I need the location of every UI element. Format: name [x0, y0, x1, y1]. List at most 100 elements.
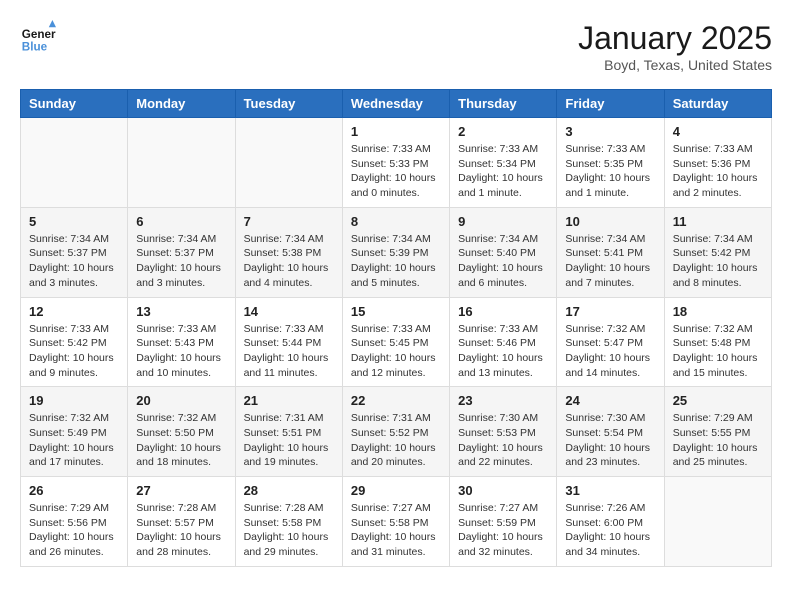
calendar-table: SundayMondayTuesdayWednesdayThursdayFrid…: [20, 89, 772, 567]
week-row-4: 19 Sunrise: 7:32 AM Sunset: 5:49 PM Dayli…: [21, 387, 772, 477]
day-info: Sunrise: 7:33 AM Sunset: 5:33 PM Dayligh…: [351, 142, 441, 201]
day-info: Sunrise: 7:33 AM Sunset: 5:44 PM Dayligh…: [244, 322, 334, 381]
calendar-cell: 26Sunrise: 7:29 AM Sunset: 5:56 PM Dayli…: [21, 477, 128, 567]
day-number: 8: [351, 214, 441, 229]
logo-icon: General Blue: [20, 20, 56, 56]
day-number: 19: [29, 393, 119, 408]
calendar-cell: 13 Sunrise: 7:33 AM Sunset: 5:43 PM Dayli…: [128, 297, 235, 387]
calendar-cell: 23 Sunrise: 7:30 AM Sunset: 5:53 PM Dayli…: [450, 387, 557, 477]
day-info: Sunrise: 7:34 AM Sunset: 5:38 PM Dayligh…: [244, 232, 334, 291]
calendar-cell: 30 Sunrise: 7:27 AM Sunset: 5:59 PM Dayli…: [450, 477, 557, 567]
day-info: Sunrise: 7:34 AM Sunset: 5:41 PM Dayligh…: [565, 232, 655, 291]
day-info: Sunrise: 7:34 AM Sunset: 5:40 PM Dayligh…: [458, 232, 548, 291]
day-number: 4: [673, 124, 763, 139]
day-info: Sunrise: 7:28 AM Sunset: 5:58 PM Dayligh…: [244, 501, 334, 560]
day-info: Sunrise: 7:32 AM Sunset: 5:48 PM Dayligh…: [673, 322, 763, 381]
day-number: 2: [458, 124, 548, 139]
day-number: 7: [244, 214, 334, 229]
day-info: Sunrise: 7:30 AM Sunset: 5:54 PM Dayligh…: [565, 411, 655, 470]
day-info: Sunrise: 7:26 AM Sunset: 6:00 PM Dayligh…: [565, 501, 655, 560]
day-number: 14: [244, 304, 334, 319]
day-number: 22: [351, 393, 441, 408]
day-number: 11: [673, 214, 763, 229]
day-info: Sunrise: 7:32 AM Sunset: 5:47 PM Dayligh…: [565, 322, 655, 381]
day-number: 10: [565, 214, 655, 229]
weekday-header-row: SundayMondayTuesdayWednesdayThursdayFrid…: [21, 90, 772, 118]
week-row-2: 5 Sunrise: 7:34 AM Sunset: 5:37 PM Daylig…: [21, 207, 772, 297]
day-number: 25: [673, 393, 763, 408]
day-number: 16: [458, 304, 548, 319]
weekday-header-monday: Monday: [128, 90, 235, 118]
day-number: 29: [351, 483, 441, 498]
weekday-header-wednesday: Wednesday: [342, 90, 449, 118]
day-info: Sunrise: 7:32 AM Sunset: 5:50 PM Dayligh…: [136, 411, 226, 470]
day-info: Sunrise: 7:32 AM Sunset: 5:49 PM Dayligh…: [29, 411, 119, 470]
weekday-header-sunday: Sunday: [21, 90, 128, 118]
calendar-cell: [128, 118, 235, 208]
weekday-header-thursday: Thursday: [450, 90, 557, 118]
calendar-cell: 14 Sunrise: 7:33 AM Sunset: 5:44 PM Dayli…: [235, 297, 342, 387]
day-number: 20: [136, 393, 226, 408]
day-info: Sunrise: 7:33 AM Sunset: 5:45 PM Dayligh…: [351, 322, 441, 381]
day-number: 12: [29, 304, 119, 319]
day-info: Sunrise: 7:33 AM Sunset: 5:35 PM Dayligh…: [565, 142, 655, 201]
calendar-cell: 17 Sunrise: 7:32 AM Sunset: 5:47 PM Dayli…: [557, 297, 664, 387]
calendar-cell: 16Sunrise: 7:33 AM Sunset: 5:46 PM Dayli…: [450, 297, 557, 387]
calendar-cell: 21Sunrise: 7:31 AM Sunset: 5:51 PM Dayli…: [235, 387, 342, 477]
svg-text:Blue: Blue: [22, 41, 48, 54]
weekday-header-friday: Friday: [557, 90, 664, 118]
month-title: January 2025: [578, 20, 772, 57]
day-number: 18: [673, 304, 763, 319]
logo: General Blue: [20, 20, 56, 56]
day-number: 6: [136, 214, 226, 229]
day-info: Sunrise: 7:30 AM Sunset: 5:53 PM Dayligh…: [458, 411, 548, 470]
calendar-cell: 18 Sunrise: 7:32 AM Sunset: 5:48 PM Dayli…: [664, 297, 771, 387]
calendar-cell: 12 Sunrise: 7:33 AM Sunset: 5:42 PM Dayli…: [21, 297, 128, 387]
day-info: Sunrise: 7:27 AM Sunset: 5:59 PM Dayligh…: [458, 501, 548, 560]
day-number: 30: [458, 483, 548, 498]
calendar-cell: [235, 118, 342, 208]
day-info: Sunrise: 7:34 AM Sunset: 5:37 PM Dayligh…: [136, 232, 226, 291]
calendar-cell: 25 Sunrise: 7:29 AM Sunset: 5:55 PM Dayli…: [664, 387, 771, 477]
week-row-3: 12 Sunrise: 7:33 AM Sunset: 5:42 PM Dayli…: [21, 297, 772, 387]
day-info: Sunrise: 7:31 AM Sunset: 5:52 PM Dayligh…: [351, 411, 441, 470]
day-number: 27: [136, 483, 226, 498]
day-info: Sunrise: 7:29 AM Sunset: 5:55 PM Dayligh…: [673, 411, 763, 470]
day-number: 21: [244, 393, 334, 408]
calendar-cell: 19 Sunrise: 7:32 AM Sunset: 5:49 PM Dayli…: [21, 387, 128, 477]
calendar-cell: 6 Sunrise: 7:34 AM Sunset: 5:37 PM Daylig…: [128, 207, 235, 297]
week-row-5: 26Sunrise: 7:29 AM Sunset: 5:56 PM Dayli…: [21, 477, 772, 567]
svg-text:General: General: [22, 28, 56, 41]
day-info: Sunrise: 7:34 AM Sunset: 5:39 PM Dayligh…: [351, 232, 441, 291]
day-info: Sunrise: 7:33 AM Sunset: 5:43 PM Dayligh…: [136, 322, 226, 381]
day-number: 28: [244, 483, 334, 498]
day-number: 23: [458, 393, 548, 408]
day-number: 9: [458, 214, 548, 229]
day-number: 13: [136, 304, 226, 319]
day-number: 3: [565, 124, 655, 139]
day-number: 15: [351, 304, 441, 319]
calendar-cell: [21, 118, 128, 208]
day-info: Sunrise: 7:33 AM Sunset: 5:36 PM Dayligh…: [673, 142, 763, 201]
calendar-cell: 27 Sunrise: 7:28 AM Sunset: 5:57 PM Dayli…: [128, 477, 235, 567]
calendar-cell: 8 Sunrise: 7:34 AM Sunset: 5:39 PM Daylig…: [342, 207, 449, 297]
page-header: General Blue January 2025 Boyd, Texas, U…: [20, 20, 772, 73]
day-number: 24: [565, 393, 655, 408]
calendar-cell: 7 Sunrise: 7:34 AM Sunset: 5:38 PM Daylig…: [235, 207, 342, 297]
location: Boyd, Texas, United States: [578, 57, 772, 73]
calendar-cell: 22 Sunrise: 7:31 AM Sunset: 5:52 PM Dayli…: [342, 387, 449, 477]
day-info: Sunrise: 7:34 AM Sunset: 5:42 PM Dayligh…: [673, 232, 763, 291]
calendar-cell: 5Sunrise: 7:34 AM Sunset: 5:37 PM Daylig…: [21, 207, 128, 297]
day-number: 26: [29, 483, 119, 498]
day-number: 1: [351, 124, 441, 139]
day-number: 31: [565, 483, 655, 498]
day-number: 5: [29, 214, 119, 229]
calendar-cell: 10 Sunrise: 7:34 AM Sunset: 5:41 PM Dayli…: [557, 207, 664, 297]
day-info: Sunrise: 7:33 AM Sunset: 5:42 PM Dayligh…: [29, 322, 119, 381]
calendar-cell: 28 Sunrise: 7:28 AM Sunset: 5:58 PM Dayli…: [235, 477, 342, 567]
calendar-cell: 3 Sunrise: 7:33 AM Sunset: 5:35 PM Daylig…: [557, 118, 664, 208]
day-info: Sunrise: 7:28 AM Sunset: 5:57 PM Dayligh…: [136, 501, 226, 560]
day-number: 17: [565, 304, 655, 319]
weekday-header-saturday: Saturday: [664, 90, 771, 118]
title-block: January 2025 Boyd, Texas, United States: [578, 20, 772, 73]
